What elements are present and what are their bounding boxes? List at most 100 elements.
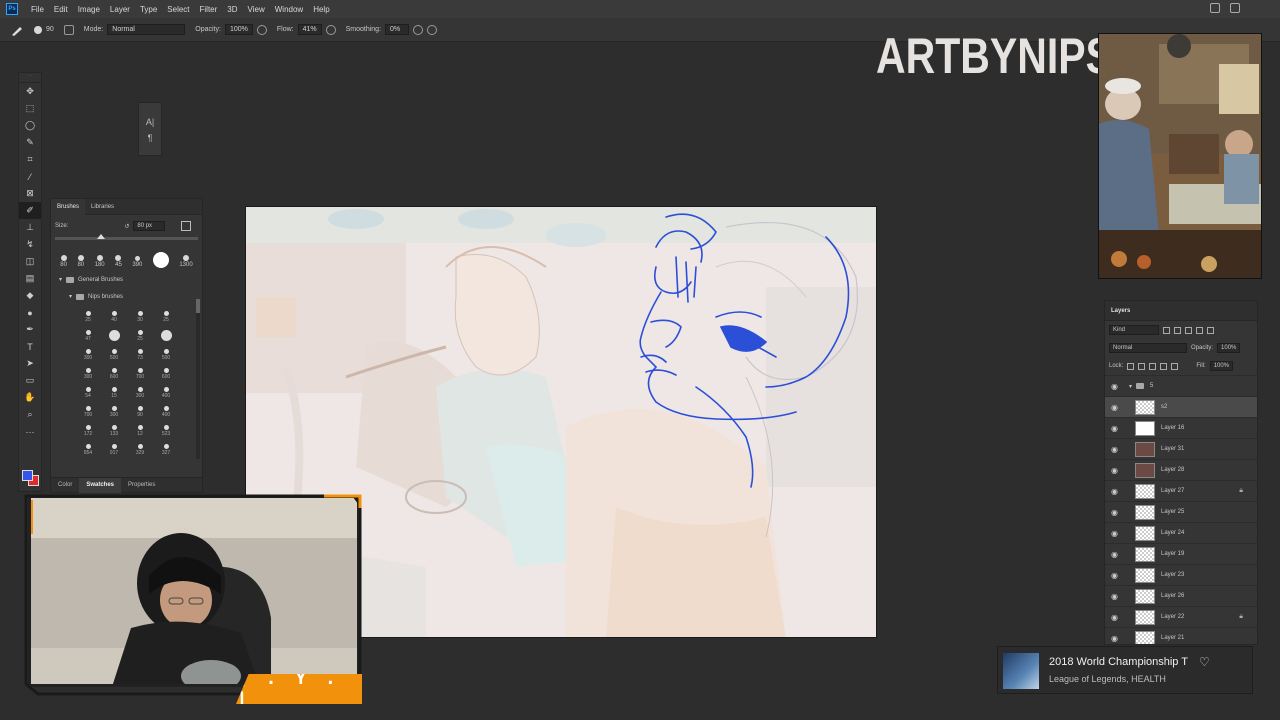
- filter-type-icon[interactable]: [1185, 326, 1192, 334]
- paragraph-panel-icon[interactable]: ¶: [148, 133, 153, 143]
- brush-item[interactable]: 700: [75, 401, 101, 418]
- flow-input[interactable]: 41%: [297, 24, 322, 35]
- search-icon[interactable]: [1210, 3, 1220, 13]
- move-tool-icon[interactable]: ✥: [19, 83, 41, 100]
- layer-row[interactable]: ◉ Layer 26: [1105, 585, 1257, 606]
- lock-position-icon[interactable]: [1149, 362, 1157, 370]
- visibility-eye-icon[interactable]: ◉: [1111, 613, 1121, 622]
- brush-item[interactable]: 600: [101, 363, 127, 380]
- heart-icon[interactable]: ♡: [1199, 655, 1210, 669]
- opacity-input[interactable]: 100%: [224, 24, 253, 35]
- brush-preset[interactable]: 390: [132, 256, 142, 268]
- photoshop-logo-icon[interactable]: Ps: [6, 3, 18, 15]
- filter-pixel-icon[interactable]: [1163, 326, 1170, 334]
- frame-tool-icon[interactable]: ⊠: [19, 185, 41, 202]
- new-brush-icon[interactable]: [181, 221, 192, 231]
- brush-item[interactable]: 854: [75, 439, 101, 456]
- layer-row[interactable]: ◉ Layer 22 🔒︎: [1105, 606, 1257, 627]
- chevron-down-icon[interactable]: ▾: [1129, 383, 1132, 390]
- brush-item[interactable]: [153, 325, 179, 342]
- menu-3d[interactable]: 3D: [222, 5, 242, 14]
- character-panel-icon[interactable]: A|: [146, 117, 154, 127]
- layer-kind-filter[interactable]: Kind: [1109, 325, 1159, 335]
- filter-adjust-icon[interactable]: [1174, 326, 1181, 334]
- brush-settings-toggle[interactable]: [63, 24, 74, 35]
- hand-tool-icon[interactable]: ✋: [19, 389, 41, 406]
- brush-item[interactable]: 25: [127, 325, 153, 342]
- visibility-eye-icon[interactable]: ◉: [1111, 634, 1121, 643]
- visibility-eye-icon[interactable]: ◉: [1111, 508, 1121, 517]
- layer-row[interactable]: ◉ s2: [1105, 396, 1257, 417]
- path-select-tool-icon[interactable]: ➤: [19, 355, 41, 372]
- brush-item[interactable]: 523: [153, 420, 179, 437]
- layer-row[interactable]: ◉ Layer 23: [1105, 564, 1257, 585]
- visibility-eye-icon[interactable]: ◉: [1111, 529, 1121, 538]
- more-tools-icon[interactable]: ···: [19, 423, 41, 440]
- visibility-eye-icon[interactable]: ◉: [1111, 403, 1121, 412]
- visibility-eye-icon[interactable]: ◉: [1111, 487, 1121, 496]
- layer-row[interactable]: ◉ Layer 16: [1105, 417, 1257, 438]
- gear-icon[interactable]: [413, 24, 424, 35]
- layer-row[interactable]: ◉ Layer 25: [1105, 501, 1257, 522]
- brush-folder-nips[interactable]: ▾ Nips brushes: [65, 291, 198, 302]
- visibility-eye-icon[interactable]: ◉: [1111, 466, 1121, 475]
- history-brush-tool-icon[interactable]: ↯: [19, 236, 41, 253]
- brush-item[interactable]: 300: [127, 382, 153, 399]
- filter-shape-icon[interactable]: [1196, 326, 1203, 334]
- brush-preset[interactable]: 180: [95, 255, 105, 268]
- brush-item[interactable]: 327: [153, 439, 179, 456]
- brush-preset[interactable]: 45: [115, 255, 122, 268]
- brush-item[interactable]: 90: [127, 401, 153, 418]
- brush-item[interactable]: 47: [75, 325, 101, 342]
- brush-item[interactable]: 400: [153, 401, 179, 418]
- brush-item[interactable]: 73: [127, 344, 153, 361]
- brush-size-picker[interactable]: 90: [34, 25, 54, 34]
- brush-item[interactable]: 172: [75, 420, 101, 437]
- reset-icon[interactable]: ↺: [124, 223, 129, 230]
- foreground-color-swatch[interactable]: [22, 470, 33, 481]
- pressure-size-icon[interactable]: [427, 24, 438, 35]
- crop-tool-icon[interactable]: ⌗: [19, 151, 41, 168]
- brush-item[interactable]: 40: [101, 306, 127, 323]
- lock-all-icon[interactable]: [1171, 362, 1179, 370]
- menu-image[interactable]: Image: [73, 5, 105, 14]
- lock-image-icon[interactable]: [1138, 362, 1146, 370]
- brush-item[interactable]: 133: [101, 420, 127, 437]
- brush-preset[interactable]: 80: [60, 255, 67, 268]
- brush-folder-general[interactable]: ▾ General Brushes: [55, 274, 198, 285]
- tab-properties[interactable]: Properties: [121, 478, 162, 493]
- layers-panel-title[interactable]: Layers: [1105, 301, 1257, 321]
- layer-row[interactable]: ◉ Layer 19: [1105, 543, 1257, 564]
- type-tool-icon[interactable]: T: [19, 338, 41, 355]
- tab-color[interactable]: Color: [51, 478, 79, 493]
- tab-swatches[interactable]: Swatches: [79, 477, 122, 493]
- lasso-tool-icon[interactable]: ◯: [19, 117, 41, 134]
- menu-select[interactable]: Select: [162, 5, 194, 14]
- brush-item[interactable]: 25: [153, 306, 179, 323]
- workspace-icon[interactable]: [1230, 3, 1240, 13]
- brush-item[interactable]: 30: [127, 306, 153, 323]
- menu-layer[interactable]: Layer: [105, 5, 135, 14]
- visibility-eye-icon[interactable]: ◉: [1111, 571, 1121, 580]
- visibility-eye-icon[interactable]: ◉: [1111, 445, 1121, 454]
- menu-file[interactable]: File: [26, 5, 49, 14]
- layer-row[interactable]: ◉ Layer 28: [1105, 459, 1257, 480]
- menu-window[interactable]: Window: [270, 5, 308, 14]
- brush-item[interactable]: 917: [101, 439, 127, 456]
- eyedropper-tool-icon[interactable]: ⁄: [19, 168, 41, 185]
- brush-item[interactable]: 500: [153, 344, 179, 361]
- visibility-eye-icon[interactable]: ◉: [1111, 550, 1121, 559]
- slider-handle[interactable]: [97, 234, 105, 239]
- quick-select-tool-icon[interactable]: ✎: [19, 134, 41, 151]
- brush-item[interactable]: 300: [101, 401, 127, 418]
- brush-item[interactable]: [101, 325, 127, 342]
- brush-item[interactable]: 500: [101, 344, 127, 361]
- menu-filter[interactable]: Filter: [195, 5, 223, 14]
- zoom-tool-icon[interactable]: ⌕: [19, 406, 41, 423]
- pressure-opacity-icon[interactable]: [256, 24, 267, 35]
- brush-preset[interactable]: 80: [77, 255, 84, 268]
- tab-brushes[interactable]: Brushes: [51, 198, 86, 215]
- brush-item[interactable]: 12: [127, 420, 153, 437]
- layer-row[interactable]: ◉ Layer 27 🔒︎: [1105, 480, 1257, 501]
- layer-opacity-input[interactable]: 100%: [1217, 343, 1241, 353]
